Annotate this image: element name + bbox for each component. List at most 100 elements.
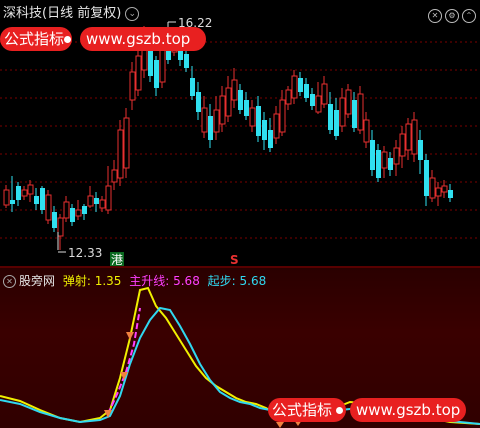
candle-body bbox=[352, 100, 357, 128]
candle-body bbox=[75, 209, 82, 217]
candle-body bbox=[148, 48, 153, 76]
watermark-text-bottom: 公式指标 bbox=[272, 401, 333, 419]
candle-body bbox=[429, 177, 436, 199]
watermark-label-bottom: 公式指标 bbox=[268, 398, 346, 422]
candle-body bbox=[231, 79, 238, 101]
candle-body bbox=[262, 120, 267, 140]
watermark-text-top: 公式指标 bbox=[4, 30, 65, 48]
candle-body bbox=[298, 78, 303, 92]
candle-body bbox=[315, 95, 322, 113]
candle-body bbox=[52, 212, 57, 228]
candle-body bbox=[94, 198, 99, 204]
candle-body bbox=[225, 87, 232, 117]
candle-body bbox=[310, 94, 315, 106]
candle-body bbox=[441, 185, 448, 193]
candle-body bbox=[256, 106, 261, 136]
candle-body bbox=[57, 217, 64, 237]
chevron-down-icon[interactable]: ⌄ bbox=[125, 7, 140, 21]
signal-icon bbox=[126, 332, 134, 340]
candle-body bbox=[45, 194, 52, 221]
hk-marker: 港 bbox=[111, 253, 123, 267]
candle-body bbox=[21, 189, 28, 197]
candle-body bbox=[213, 109, 220, 133]
candle-body bbox=[244, 100, 249, 116]
candle-body bbox=[339, 97, 346, 127]
watermark-label-top: 公式指标 bbox=[0, 27, 72, 51]
candle-body bbox=[334, 110, 339, 136]
candle-body bbox=[424, 160, 429, 196]
candle-body bbox=[3, 189, 10, 206]
price-panel: 16.22 12.33 港 S 深科技(日线 前复权) ⌄ ✕ ⚙ ⌃ 公式指标 ww… bbox=[0, 0, 480, 268]
candle-body bbox=[405, 123, 412, 151]
gear-icon[interactable]: ⚙ bbox=[445, 9, 459, 23]
close-icon[interactable]: ✕ bbox=[428, 9, 442, 23]
candle-body bbox=[219, 95, 226, 125]
candle-body bbox=[321, 83, 328, 105]
candle-body bbox=[129, 71, 136, 101]
watermark-url-text-bottom: www.gszb.top bbox=[356, 401, 461, 419]
candle-body bbox=[87, 195, 94, 207]
candle-body bbox=[411, 119, 418, 155]
candle-body bbox=[10, 200, 15, 204]
candle-body bbox=[82, 206, 87, 214]
dot-icon bbox=[336, 407, 343, 414]
candle-body bbox=[285, 89, 292, 105]
candle-body bbox=[304, 84, 309, 98]
candle-body bbox=[357, 93, 364, 131]
candle-body bbox=[273, 113, 280, 139]
candle-body bbox=[238, 90, 243, 110]
candle-body bbox=[201, 107, 208, 133]
candlestick-chart: 16.22 12.33 港 S bbox=[0, 16, 480, 268]
tan-label: 弹射: 1.35 bbox=[62, 274, 122, 288]
close-icon[interactable]: ✕ bbox=[3, 275, 16, 288]
candle-body bbox=[376, 150, 381, 178]
candle-body bbox=[291, 75, 298, 99]
candle-body bbox=[268, 130, 273, 148]
candle-body bbox=[363, 119, 370, 143]
stock-title: 深科技(日线 前复权) bbox=[3, 6, 122, 21]
dot-icon bbox=[64, 36, 71, 43]
candle-body bbox=[388, 158, 393, 170]
candle-body bbox=[393, 147, 400, 165]
chart-title: 深科技(日线 前复权) ⌄ bbox=[3, 2, 140, 21]
candle-body bbox=[105, 185, 112, 211]
candle-body bbox=[40, 188, 45, 210]
signal-icon bbox=[276, 422, 284, 428]
candle-body bbox=[345, 89, 352, 115]
s-marker: S bbox=[230, 253, 239, 267]
candle-body bbox=[418, 140, 423, 160]
candle-body bbox=[190, 78, 195, 96]
candle-body bbox=[70, 208, 75, 222]
candle-body bbox=[370, 140, 375, 170]
candle-body bbox=[99, 199, 106, 209]
window-controls: ✕ ⚙ ⌃ bbox=[425, 3, 476, 23]
candle-body bbox=[184, 54, 189, 68]
candle-body bbox=[27, 184, 34, 195]
watermark-url-top: www.gszb.top bbox=[80, 27, 206, 51]
main-label: 主升线: 5.68 bbox=[129, 274, 200, 288]
candle-body bbox=[34, 196, 39, 204]
candle-body bbox=[16, 186, 21, 200]
watermark-url-text-top: www.gszb.top bbox=[86, 30, 191, 48]
indicator-name: 股旁网 bbox=[19, 274, 56, 288]
candle-body bbox=[159, 45, 166, 83]
candle-body bbox=[435, 187, 442, 197]
start-label: 起步: 5.68 bbox=[207, 274, 267, 288]
candle-body bbox=[448, 190, 453, 198]
candle-body bbox=[111, 169, 118, 183]
low-annotation: 12.33 bbox=[57, 232, 102, 260]
candle-body bbox=[117, 129, 124, 179]
candle-body bbox=[123, 117, 130, 169]
candle-body bbox=[399, 133, 406, 157]
indicator-panel: 公式指标 www.gszb.top bbox=[0, 268, 480, 428]
candle-body bbox=[135, 55, 142, 91]
candle-body bbox=[381, 151, 388, 169]
watermark-url-bottom: www.gszb.top bbox=[350, 398, 466, 422]
candle-body bbox=[154, 60, 159, 88]
candle-body bbox=[208, 116, 213, 140]
chevron-up-icon[interactable]: ⌃ bbox=[462, 9, 476, 23]
candle-body bbox=[196, 92, 201, 112]
candle-body bbox=[279, 99, 286, 133]
candle-body bbox=[249, 107, 256, 127]
low-price-label: 12.33 bbox=[68, 246, 102, 260]
